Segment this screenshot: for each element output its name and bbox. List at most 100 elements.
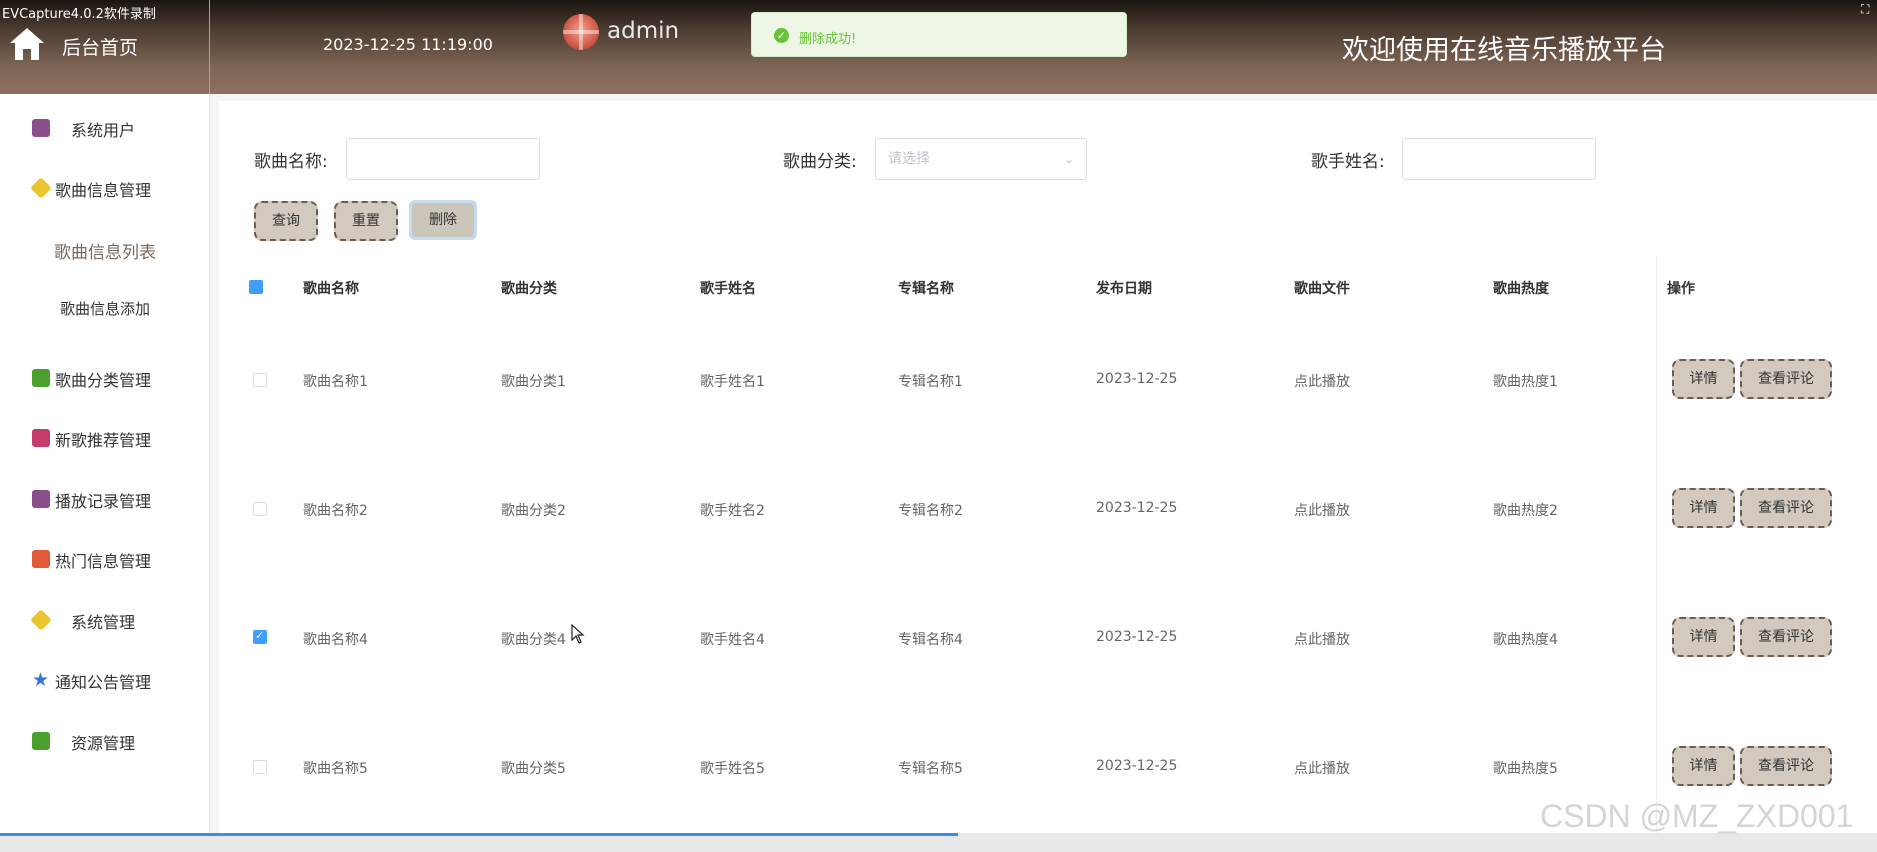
table-cell: 歌曲分类1 bbox=[501, 374, 566, 390]
sidebar-item-resources[interactable]: 资源管理 bbox=[0, 721, 210, 761]
table-cell: 专辑名称2 bbox=[898, 503, 963, 519]
sidebar-item-hot-info[interactable]: 热门信息管理 bbox=[0, 539, 210, 579]
sidebar-item-system-users[interactable]: 系统用户 bbox=[0, 108, 210, 148]
play-link[interactable]: 点此播放 bbox=[1294, 500, 1350, 520]
table-cell: 2023-12-25 bbox=[1096, 500, 1178, 516]
home-link[interactable]: 后台首页 bbox=[0, 0, 210, 94]
sidebar-item-new-song[interactable]: 新歌推荐管理 bbox=[0, 418, 210, 458]
watermark: CSDN @MZ_ZXD001 bbox=[1540, 798, 1854, 834]
table-cell: 歌曲热度1 bbox=[1493, 374, 1558, 390]
col-header-actions: 操作 bbox=[1667, 281, 1695, 297]
sidebar-item-system-management[interactable]: 系统管理 bbox=[0, 600, 210, 640]
mouse-cursor-icon bbox=[571, 624, 585, 644]
home-label: 后台首页 bbox=[62, 37, 139, 59]
detail-button[interactable]: 详情 bbox=[1672, 746, 1735, 786]
star-icon: ★ bbox=[32, 669, 50, 691]
toast-message: 删除成功! bbox=[799, 32, 857, 47]
welcome-title: 欢迎使用在线音乐播放平台 bbox=[1342, 35, 1666, 66]
reset-button[interactable]: 重置 bbox=[334, 201, 398, 241]
sidebar-subitem-label: 歌曲信息添加 bbox=[59, 300, 150, 318]
col-header-song-file: 歌曲文件 bbox=[1294, 281, 1350, 297]
view-comments-button[interactable]: 查看评论 bbox=[1740, 359, 1832, 399]
sidebar-item-label: 歌曲分类管理 bbox=[55, 371, 152, 390]
col-header-category: 歌曲分类 bbox=[501, 281, 557, 297]
fullscreen-icon[interactable]: ⛶ bbox=[1861, 2, 1875, 16]
chevron-down-icon: ⌄ bbox=[1063, 152, 1074, 166]
table-cell: 专辑名称4 bbox=[898, 632, 963, 648]
detail-button[interactable]: 详情 bbox=[1672, 359, 1735, 399]
table-cell: 歌曲分类5 bbox=[501, 761, 566, 777]
cube-icon bbox=[30, 609, 52, 631]
song-name-label: 歌曲名称: bbox=[254, 152, 328, 172]
sidebar-item-play-records[interactable]: 播放记录管理 bbox=[0, 479, 210, 519]
view-comments-button[interactable]: 查看评论 bbox=[1740, 488, 1832, 528]
play-link[interactable]: 点此播放 bbox=[1294, 758, 1350, 778]
sidebar-subitem-song-add[interactable]: 歌曲信息添加 bbox=[0, 289, 210, 329]
sidebar-item-label: 系统管理 bbox=[71, 613, 136, 632]
success-toast: ✓ 删除成功! bbox=[751, 12, 1127, 57]
play-link[interactable]: 点此播放 bbox=[1294, 629, 1350, 649]
sidebar-item-notices[interactable]: ★ 通知公告管理 bbox=[0, 660, 210, 700]
chat-icon bbox=[32, 369, 50, 387]
sidebar-item-label: 热门信息管理 bbox=[55, 552, 152, 571]
table-cell: 歌曲名称4 bbox=[303, 632, 368, 648]
view-comments-button[interactable]: 查看评论 bbox=[1740, 746, 1832, 786]
table-cell: 歌手姓名5 bbox=[700, 761, 765, 777]
grid-icon bbox=[32, 550, 50, 568]
sidebar-item-label: 歌曲信息管理 bbox=[55, 181, 152, 200]
scroll-thumb[interactable] bbox=[0, 833, 958, 836]
singer-label: 歌手姓名: bbox=[1311, 152, 1385, 172]
table-cell: 歌曲热度5 bbox=[1493, 761, 1558, 777]
play-link[interactable]: 点此播放 bbox=[1294, 371, 1350, 391]
sidebar-subitem-song-list[interactable]: 歌曲信息列表 bbox=[0, 229, 210, 269]
user-box-icon bbox=[32, 119, 50, 137]
doc-star-icon bbox=[32, 429, 50, 447]
sidebar: 系统用户 歌曲信息管理 歌曲信息列表 歌曲信息添加 歌曲分类管理 新歌推荐管理 … bbox=[0, 94, 210, 852]
sidebar-item-label: 通知公告管理 bbox=[55, 673, 152, 692]
top-header: EVCapture4.0.2软件录制 后台首页 2023-12-25 11:19… bbox=[0, 0, 1877, 94]
row-checkbox[interactable] bbox=[253, 502, 267, 516]
view-comments-button[interactable]: 查看评论 bbox=[1740, 617, 1832, 657]
current-datetime: 2023-12-25 11:19:00 bbox=[323, 35, 493, 54]
sidebar-item-label: 系统用户 bbox=[71, 121, 136, 140]
table-cell: 歌曲分类4 bbox=[501, 632, 566, 648]
category-placeholder: 请选择 bbox=[888, 151, 930, 167]
cube-icon bbox=[30, 177, 52, 199]
sidebar-item-song-category[interactable]: 歌曲分类管理 bbox=[0, 358, 210, 398]
col-header-singer: 歌手姓名 bbox=[700, 281, 756, 297]
row-checkbox[interactable] bbox=[253, 373, 267, 387]
delete-button[interactable]: 删除 bbox=[409, 200, 477, 240]
col-header-popularity: 歌曲热度 bbox=[1493, 281, 1549, 297]
username[interactable]: admin bbox=[607, 18, 679, 44]
table-cell: 歌曲名称2 bbox=[303, 503, 368, 519]
table-cell: 歌手姓名2 bbox=[700, 503, 765, 519]
table-cell: 歌曲热度4 bbox=[1493, 632, 1558, 648]
col-header-release-date: 发布日期 bbox=[1096, 281, 1152, 297]
check-circle-icon: ✓ bbox=[774, 28, 789, 43]
table-cell: 2023-12-25 bbox=[1096, 629, 1178, 645]
box-icon bbox=[32, 490, 50, 508]
row-checkbox[interactable] bbox=[253, 760, 267, 774]
home-icon bbox=[10, 28, 44, 60]
actions-column-divider bbox=[1656, 256, 1657, 833]
table-cell: 歌手姓名4 bbox=[700, 632, 765, 648]
sidebar-subitem-label: 歌曲信息列表 bbox=[54, 243, 156, 263]
table-cell: 歌曲分类2 bbox=[501, 503, 566, 519]
table-cell: 2023-12-25 bbox=[1096, 371, 1178, 387]
sidebar-item-label: 新歌推荐管理 bbox=[55, 431, 152, 450]
table-cell: 专辑名称5 bbox=[898, 761, 963, 777]
avatar[interactable] bbox=[563, 14, 599, 50]
query-button[interactable]: 查询 bbox=[254, 201, 318, 241]
table-cell: 2023-12-25 bbox=[1096, 758, 1178, 774]
category-select[interactable]: 请选择 ⌄ bbox=[875, 138, 1087, 180]
sidebar-item-song-info[interactable]: 歌曲信息管理 bbox=[0, 168, 210, 208]
table-cell: 歌曲名称1 bbox=[303, 374, 368, 390]
chat-icon bbox=[32, 732, 50, 750]
singer-input[interactable] bbox=[1402, 138, 1596, 180]
select-all-checkbox[interactable] bbox=[249, 280, 263, 294]
detail-button[interactable]: 详情 bbox=[1672, 488, 1735, 528]
song-name-input[interactable] bbox=[346, 138, 540, 180]
table-cell: 歌曲热度2 bbox=[1493, 503, 1558, 519]
detail-button[interactable]: 详情 bbox=[1672, 617, 1735, 657]
row-checkbox-checked[interactable] bbox=[253, 629, 267, 644]
